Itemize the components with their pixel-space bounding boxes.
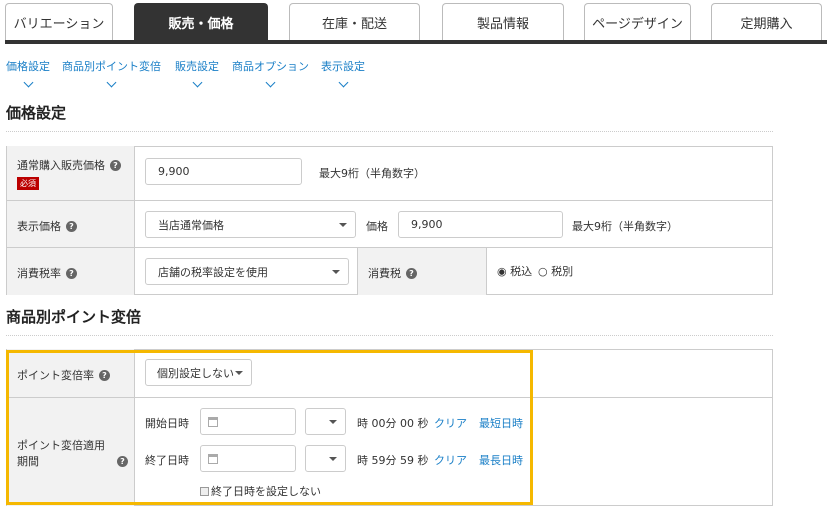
field-label: ポイント変倍適用期間 <box>17 439 105 468</box>
divider <box>6 131 773 132</box>
caret-down-icon <box>332 270 340 274</box>
tab-stock-shipping[interactable]: 在庫・配送 <box>289 3 420 41</box>
caret-down-icon <box>329 420 337 424</box>
select-value: 当店通常価格 <box>158 218 224 232</box>
end-date-input[interactable] <box>200 445 296 472</box>
start-clear-link[interactable]: クリア <box>434 415 467 431</box>
help-icon[interactable]: ? <box>66 268 77 279</box>
chevron-down-icon <box>338 77 348 88</box>
select-value: 個別設定しない <box>157 366 234 380</box>
subnav-product-options[interactable]: 商品オプション <box>232 58 309 88</box>
tax-label: 消費税 <box>368 267 401 280</box>
tax-rate-select[interactable]: 店舗の税率設定を使用 <box>145 258 349 285</box>
end-time-text: 時 59分 59 秒 <box>357 454 429 467</box>
field-label: ポイント変倍率 <box>17 369 94 382</box>
caret-down-icon <box>339 223 347 227</box>
start-hour-select[interactable] <box>305 408 346 435</box>
subnav-label: 販売設定 <box>175 60 219 73</box>
regular-price-input[interactable]: 9,900 <box>145 158 302 185</box>
tab-sales-price[interactable]: 販売・価格 <box>134 3 268 41</box>
calendar-icon[interactable] <box>208 417 218 427</box>
chevron-down-icon <box>265 77 276 88</box>
longest-date-link[interactable]: 最長日時 <box>479 452 523 468</box>
field-label: 表示価格 <box>17 220 61 233</box>
subnav-sales-settings[interactable]: 販売設定 <box>175 58 219 88</box>
row-point-rate: ポイント変倍率? 個別設定しない <box>7 349 772 397</box>
end-label: 終了日時 <box>145 454 189 467</box>
row-regular-price: 通常購入販売価格? 必須 9,900 最大9桁（半角数字） <box>7 146 772 200</box>
display-price-input[interactable]: 9,900 <box>398 211 563 238</box>
price-label: 価格 <box>366 220 388 233</box>
shortest-date-link[interactable]: 最短日時 <box>479 415 523 431</box>
subnav-label: 商品別ポイント変倍 <box>62 60 161 73</box>
row-point-period: ポイント変倍適用期間? 開始日時 時 00分 00 秒 クリア 最短日時 終了日… <box>7 397 772 506</box>
help-icon[interactable]: ? <box>66 221 77 232</box>
chevron-down-icon <box>192 77 202 88</box>
hint-text: 最大9桁（半角数字） <box>319 167 425 180</box>
section-title-price: 価格設定 <box>6 104 67 122</box>
help-icon[interactable]: ? <box>117 456 128 467</box>
subnav-price-settings[interactable]: 価格設定 <box>6 58 50 88</box>
chevron-down-icon <box>23 77 33 88</box>
subnav-display-settings[interactable]: 表示設定 <box>321 58 365 88</box>
end-hour-select[interactable] <box>305 445 346 472</box>
chevron-down-icon <box>106 77 117 88</box>
checkbox-label: 終了日時を設定しない <box>211 485 321 498</box>
row-tax-rate: 消費税率? 店舗の税率設定を使用 消費税? ◉ 税込 ○ 税別 <box>7 247 772 295</box>
help-icon[interactable]: ? <box>99 370 110 381</box>
price-settings-table: 通常購入販売価格? 必須 9,900 最大9桁（半角数字） 表示価格? 当店通常価… <box>6 146 773 295</box>
subnav-label: 商品オプション <box>232 60 309 73</box>
field-label: 消費税率 <box>17 267 61 280</box>
display-price-select[interactable]: 当店通常価格 <box>145 211 356 238</box>
radio-label: 税別 <box>551 265 574 278</box>
tax-label-cell: 消費税? <box>357 248 487 295</box>
tab-variation[interactable]: バリエーション <box>5 3 113 41</box>
point-rate-select[interactable]: 個別設定しない <box>145 359 252 386</box>
no-end-date-checkbox[interactable]: 終了日時を設定しない <box>200 483 321 499</box>
tab-bar-underline <box>5 40 827 44</box>
tab-subscription[interactable]: 定期購入 <box>711 3 822 41</box>
end-clear-link[interactable]: クリア <box>434 452 467 468</box>
row-display-price: 表示価格? 当店通常価格 価格 9,900 最大9桁（半角数字） <box>7 200 772 248</box>
section-title-point: 商品別ポイント変倍 <box>6 308 142 326</box>
tab-product-info[interactable]: 製品情報 <box>442 3 564 41</box>
radio-label: 税込 <box>510 265 533 278</box>
help-icon[interactable]: ? <box>406 268 417 279</box>
tax-radio-included[interactable]: ◉ 税込 <box>497 263 532 279</box>
calendar-icon[interactable] <box>208 454 218 464</box>
subnav-label: 表示設定 <box>321 60 365 73</box>
hint-text: 最大9桁（半角数字） <box>572 220 678 233</box>
tab-page-design[interactable]: ページデザイン <box>584 3 691 41</box>
help-icon[interactable]: ? <box>110 160 121 171</box>
subnav-point-multiplier[interactable]: 商品別ポイント変倍 <box>62 58 161 88</box>
caret-down-icon <box>235 371 243 375</box>
divider <box>6 335 773 336</box>
start-label: 開始日時 <box>145 417 189 430</box>
select-value: 店舗の税率設定を使用 <box>158 265 268 279</box>
start-date-input[interactable] <box>200 408 296 435</box>
subnav-label: 価格設定 <box>6 60 50 73</box>
required-badge: 必須 <box>17 177 39 190</box>
point-settings-table: ポイント変倍率? 個別設定しない ポイント変倍適用期間? 開始日時 時 00分 … <box>6 349 773 506</box>
start-time-text: 時 00分 00 秒 <box>357 417 429 430</box>
caret-down-icon <box>329 457 337 461</box>
field-label: 通常購入販売価格 <box>17 159 105 172</box>
tax-radio-excluded[interactable]: ○ 税別 <box>538 263 573 279</box>
